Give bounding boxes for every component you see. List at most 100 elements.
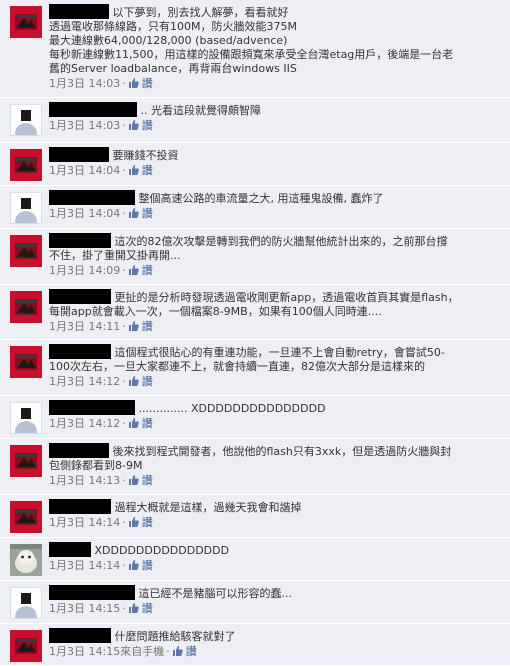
comment-meta: 1月3日 14:14 · 讚 <box>49 559 496 573</box>
like-link[interactable]: 讚 <box>142 474 153 487</box>
red-avatar[interactable] <box>10 291 42 323</box>
comment-meta: 1月3日 14:12 · 讚 <box>49 417 496 431</box>
comment-timestamp[interactable]: 1月3日 14:03 <box>49 77 120 90</box>
comment-timestamp[interactable]: 1月3日 14:09 <box>49 264 120 277</box>
comment-text-line: 以下夢到，別去找人解夢，看看就好 <box>109 6 289 19</box>
red-avatar[interactable] <box>10 501 42 533</box>
comment-meta: 1月3日 14:13 · 讚 <box>49 474 496 488</box>
meta-separator: · <box>122 264 126 277</box>
comment-timestamp[interactable]: 1月3日 14:15 <box>49 602 120 615</box>
redacted-author-name[interactable] <box>49 190 135 205</box>
comment-timestamp[interactable]: 1月3日 14:12 <box>49 417 120 430</box>
comment-meta: 1月3日 14:15 · 讚 <box>49 602 496 616</box>
comment-text-line: .. 光看這段就覺得頗智障 <box>137 104 261 117</box>
comment-timestamp[interactable]: 1月3日 14:03 <box>49 119 120 132</box>
thumbs-up-icon <box>128 265 139 275</box>
thumbs-up-icon <box>128 165 139 175</box>
comment-meta: 1月3日 14:04 · 讚 <box>49 164 496 178</box>
comment-text: 這已經不是豬腦可以形容的蠢... <box>49 585 496 601</box>
redacted-author-name[interactable] <box>49 4 109 19</box>
meta-separator: · <box>122 164 126 177</box>
thumbs-up-icon <box>128 376 139 386</box>
like-link[interactable]: 讚 <box>142 602 153 615</box>
comment-text: .............. XDDDDDDDDDDDDDDD <box>49 400 496 416</box>
redacted-author-name[interactable] <box>49 628 111 643</box>
default-avatar[interactable] <box>10 402 42 434</box>
comment-text: XDDDDDDDDDDDDDDD <box>49 542 496 558</box>
comment-body: 以下夢到，別去找人解夢，看看就好 透過電收那條線路，只有100M，防火牆效能375… <box>49 4 496 91</box>
like-link[interactable]: 讚 <box>142 207 153 220</box>
comment-body: 更扯的是分析時發現透過電收剛更新app，透過電收首頁其實是flash， 每開app… <box>49 289 496 334</box>
comment-body: 這次的82億次攻擊是轉到我們的防火牆幫他統計出來的，之前那台撐 不住，掛了重開又掛… <box>49 233 496 278</box>
comment-text-line: 100次左右，一旦大家都連不上，就會持續一直連，82億次大部分是這樣來的 <box>49 360 425 373</box>
redacted-author-name[interactable] <box>49 499 111 514</box>
like-link[interactable]: 讚 <box>142 119 153 132</box>
comment-timestamp[interactable]: 1月3日 14:11 <box>49 320 120 333</box>
comment-text: 這個程式很貼心的有重連功能，一旦連不上會自動retry，會嘗試50- 100次左右… <box>49 344 496 374</box>
like-link[interactable]: 讚 <box>142 417 153 430</box>
comment-body: XDDDDDDDDDDDDDDD 1月3日 14:14 · 讚 <box>49 542 496 573</box>
comment-body: 整個高速公路的車流量之大, 用這種鬼設備, 蠢炸了 1月3日 14:04 · 讚 <box>49 190 496 221</box>
thumbs-up-icon <box>128 208 139 218</box>
default-avatar[interactable] <box>10 192 42 224</box>
red-avatar[interactable] <box>10 6 42 38</box>
redacted-author-name[interactable] <box>49 102 137 117</box>
comment-body: 這已經不是豬腦可以形容的蠢... 1月3日 14:15 · 讚 <box>49 585 496 616</box>
red-avatar[interactable] <box>10 346 42 378</box>
like-link[interactable]: 讚 <box>142 375 153 388</box>
like-link[interactable]: 讚 <box>142 320 153 333</box>
redacted-author-name[interactable] <box>49 542 91 557</box>
comment-item: 什麼問題推給駭客就對了 1月3日 14:15來自手機 · 讚 <box>0 624 510 666</box>
comment-timestamp[interactable]: 1月3日 14:04 <box>49 164 120 177</box>
comment-text-line: 要賺錢不投資 <box>109 149 179 162</box>
meta-separator: · <box>122 207 126 220</box>
default-avatar[interactable] <box>10 587 42 619</box>
redacted-author-name[interactable] <box>49 585 135 600</box>
thumbs-up-icon <box>128 120 139 130</box>
redacted-author-name[interactable] <box>49 289 111 304</box>
like-link[interactable]: 讚 <box>186 645 197 658</box>
thumbs-up-icon <box>128 603 139 613</box>
comment-timestamp[interactable]: 1月3日 14:14 <box>49 516 120 529</box>
comment-text-line: 過程大概就是這樣，過幾天我會和諧掉 <box>111 501 302 514</box>
red-avatar[interactable] <box>10 630 42 662</box>
default-avatar[interactable] <box>10 104 42 136</box>
like-link[interactable]: 讚 <box>142 77 153 90</box>
redacted-author-name[interactable] <box>49 443 109 458</box>
comment-text-line: XDDDDDDDDDDDDDDD <box>91 544 230 557</box>
meta-separator: · <box>122 77 126 90</box>
thumbs-up-icon <box>128 475 139 485</box>
comment-item: 整個高速公路的車流量之大, 用這種鬼設備, 蠢炸了 1月3日 14:04 · 讚 <box>0 186 510 229</box>
like-link[interactable]: 讚 <box>142 164 153 177</box>
comment-text-line: 不住，掛了重開又掛再開... <box>49 249 181 262</box>
like-link[interactable]: 讚 <box>142 559 153 572</box>
comment-timestamp[interactable]: 1月3日 14:04 <box>49 207 120 220</box>
redacted-author-name[interactable] <box>49 400 135 415</box>
red-avatar[interactable] <box>10 235 42 267</box>
comment-meta: 1月3日 14:03 · 讚 <box>49 119 496 133</box>
comment-timestamp[interactable]: 1月3日 14:13 <box>49 474 120 487</box>
redacted-author-name[interactable] <box>49 344 111 359</box>
comment-meta: 1月3日 14:11 · 讚 <box>49 320 496 334</box>
like-link[interactable]: 讚 <box>142 516 153 529</box>
redacted-author-name[interactable] <box>49 147 109 162</box>
comment-timestamp[interactable]: 1月3日 14:15 <box>49 645 120 658</box>
comment-item: 這個程式很貼心的有重連功能，一旦連不上會自動retry，會嘗試50- 100次左右… <box>0 340 510 396</box>
photo-avatar[interactable] <box>10 544 42 576</box>
meta-separator: · <box>122 474 126 487</box>
thumbs-up-icon <box>128 78 139 88</box>
meta-separator: · <box>122 119 126 132</box>
thumbs-up-icon <box>128 418 139 428</box>
comment-body: 這個程式很貼心的有重連功能，一旦連不上會自動retry，會嘗試50- 100次左右… <box>49 344 496 389</box>
redacted-author-name[interactable] <box>49 233 111 248</box>
red-avatar[interactable] <box>10 445 42 477</box>
comment-item: XDDDDDDDDDDDDDDD 1月3日 14:14 · 讚 <box>0 538 510 581</box>
comment-timestamp[interactable]: 1月3日 14:12 <box>49 375 120 388</box>
comment-body: 過程大概就是這樣，過幾天我會和諧掉 1月3日 14:14 · 讚 <box>49 499 496 530</box>
comment-body: .. 光看這段就覺得頗智障 1月3日 14:03 · 讚 <box>49 102 496 133</box>
comment-text: 後來找到程式開發者，他說他的flash只有3xxk，但是透過防火牆與封 包側錄都看… <box>49 443 496 473</box>
comment-source: 來自手機 <box>120 645 165 658</box>
comment-timestamp[interactable]: 1月3日 14:14 <box>49 559 120 572</box>
like-link[interactable]: 讚 <box>142 264 153 277</box>
red-avatar[interactable] <box>10 149 42 181</box>
